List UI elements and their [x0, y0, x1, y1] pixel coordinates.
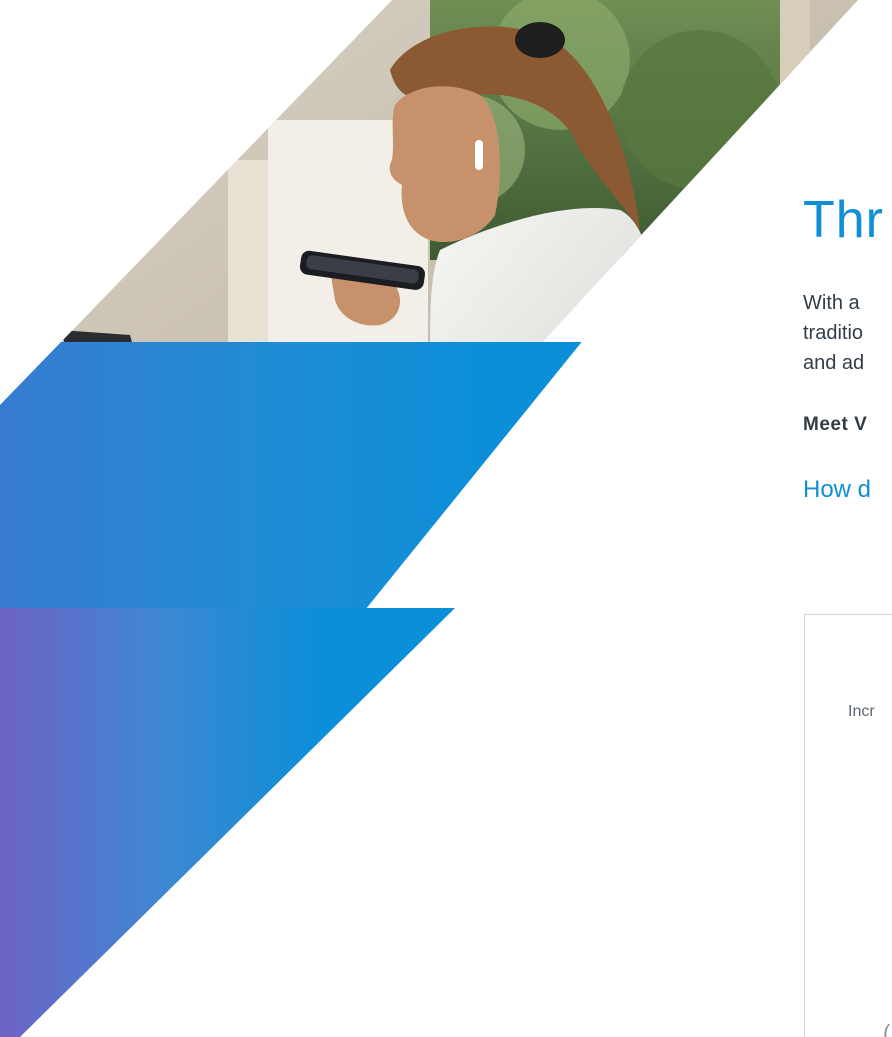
- intro-paragraph: With a traditio and ad: [803, 288, 892, 378]
- intro-line: and ad: [803, 352, 865, 374]
- card-label: Incr: [848, 703, 875, 720]
- page-headline: Thr: [803, 191, 884, 249]
- meet-heading: Meet V: [803, 414, 868, 435]
- hero-graphic: [0, 0, 892, 1037]
- page: Thr With a traditio and ad Meet V How d …: [0, 0, 892, 1037]
- intro-line: With a: [803, 292, 860, 314]
- hero-content: Thr With a traditio and ad Meet V How d: [803, 190, 892, 504]
- info-card: Incr (: [804, 614, 892, 1037]
- how-link[interactable]: How d: [803, 476, 871, 504]
- intro-line: traditio: [803, 322, 864, 344]
- card-bottom-text: (: [883, 1020, 891, 1037]
